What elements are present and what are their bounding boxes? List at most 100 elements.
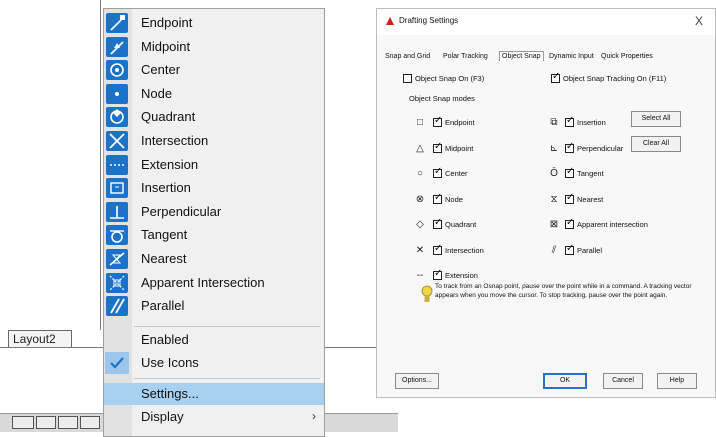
snap-mode-checkbox-insertion[interactable]: ✓ (565, 115, 575, 127)
menu-item-enabled[interactable]: Enabled (104, 329, 324, 351)
snap-mode-label: Midpoint (445, 143, 474, 153)
check-icon: ✓ (434, 268, 443, 279)
osnap-context-menu: Endpoint Midpoint Center Node Quadrant Inters… (103, 8, 325, 437)
object-snap-tracking-label: Object Snap Tracking On (F11) (563, 74, 667, 83)
menu-item-use-icons-label: Use Icons (141, 355, 199, 370)
snap-mode-checkbox-parallel[interactable]: ✓ (565, 243, 574, 255)
parallel-snap-icon (106, 296, 128, 317)
midpoint-snap-icon (106, 36, 128, 57)
menu-item-enabled-label: Enabled (141, 332, 189, 347)
menu-item-quadrant[interactable]: Quadrant (104, 106, 324, 128)
tab-dynamic-input[interactable]: Dynamic Input (549, 53, 594, 60)
menu-item-settings-label: Settings... (141, 386, 199, 401)
menu-item-node[interactable]: Node (104, 83, 324, 105)
nearest-snap-icon (106, 249, 128, 269)
menu-item-endpoint[interactable]: Endpoint (104, 12, 324, 34)
snap-mode-checkbox-extension[interactable]: ✓ (433, 268, 443, 280)
snap-marker-icon: ⧉ (550, 117, 558, 128)
snap-marker-icon: △ (416, 142, 424, 154)
help-button[interactable]: Help (657, 373, 697, 389)
menu-item-label: Insertion (141, 180, 191, 196)
snap-mode-checkbox-apparent-intersection[interactable]: ✓ (565, 217, 575, 229)
check-icon: ✓ (434, 115, 443, 126)
snap-mode-checkbox-intersection[interactable]: ✓ (433, 242, 443, 255)
snap-mode-checkbox-node[interactable]: ✓ (433, 191, 443, 204)
snap-marker-icon: ⫽ (551, 244, 557, 256)
snap-mode-checkbox-tangent[interactable]: ✓ (565, 166, 575, 178)
menu-item-center[interactable]: Center (104, 59, 324, 81)
menu-item-nearest[interactable]: Nearest (104, 248, 324, 270)
menu-item-midpoint[interactable]: Midpoint (104, 36, 324, 58)
dialog-titlebar: Drafting Settings X (377, 9, 715, 35)
snap-mode-checkbox-nearest[interactable]: ✓ (565, 192, 574, 204)
tangent-snap-icon (106, 225, 128, 246)
snap-mode-label: Apparent intersection (577, 220, 648, 229)
snap-mode-checkbox-center[interactable]: ✓ (433, 167, 442, 178)
snap-mode-label: Intersection (445, 245, 484, 255)
object-snap-tracking-checkbox[interactable]: ✓ (551, 71, 561, 83)
snap-mode-label: Tangent (577, 169, 604, 178)
menu-item-insertion[interactable]: Insertion (104, 177, 324, 199)
menu-item-label: Extension (141, 156, 199, 172)
submenu-arrow-icon: › (312, 409, 316, 423)
snap-marker-icon: ⧖ (550, 193, 558, 205)
menu-item-use-icons[interactable]: Use Icons (104, 352, 324, 374)
menu-item-intersection[interactable]: Intersection (104, 130, 324, 152)
menu-item-extension[interactable]: Extension (104, 154, 324, 176)
snap-mode-label: Nearest (577, 194, 604, 204)
snap-mode-label: Node (445, 194, 463, 204)
options-button[interactable]: Options... (395, 373, 439, 389)
snap-mode-label: Center (445, 169, 468, 178)
menu-item-display[interactable]: Display › (104, 406, 324, 428)
snap-marker-icon: Ō (550, 168, 558, 179)
tab-snap-and-grid[interactable]: Snap and Grid (385, 53, 430, 60)
menu-item-label: Endpoint (141, 15, 193, 30)
snap-marker-icon: ○ (416, 168, 424, 179)
snap-mode-checkbox-midpoint[interactable]: ✓ (433, 141, 442, 153)
clear-all-button[interactable]: Clear All (631, 136, 681, 152)
close-icon[interactable]: X (695, 14, 703, 28)
snap-marker-icon: ⊾ (549, 142, 559, 154)
menu-item-tangent[interactable]: Tangent (104, 224, 324, 246)
select-all-button[interactable]: Select All (631, 111, 681, 127)
grid-toggle-button[interactable] (12, 416, 34, 429)
drawing-border-line (100, 0, 101, 330)
snap-marker-icon: -- (416, 270, 424, 281)
check-icon: ✓ (566, 166, 575, 177)
snap-mode-checkbox-perpendicular[interactable]: ✓ (565, 141, 574, 153)
tab-object-snap[interactable]: Object Snap (499, 51, 544, 61)
check-icon: ✓ (434, 242, 443, 254)
quadrant-snap-icon (106, 107, 128, 128)
menu-separator (134, 378, 320, 379)
menu-item-label: Midpoint (141, 38, 191, 54)
menu-item-label: Tangent (141, 227, 188, 243)
menu-item-label: Quadrant (141, 109, 196, 125)
snap-marker-icon: ⊗ (415, 193, 425, 205)
check-icon: ✓ (434, 191, 443, 203)
menu-item-label: Perpendicular (141, 203, 222, 219)
menu-item-label: Apparent Intersection (141, 274, 265, 290)
menu-item-label: Nearest (141, 251, 187, 266)
snap-mode-checkbox-quadrant[interactable]: ✓ (433, 218, 442, 229)
snap-mode-label: Endpoint (445, 118, 475, 127)
menu-item-settings[interactable]: Settings... (104, 383, 324, 405)
cancel-button[interactable]: Cancel (603, 373, 643, 389)
check-icon: ✓ (566, 217, 575, 228)
menu-item-perpendicular[interactable]: Perpendicular (104, 201, 324, 223)
ortho-toggle-button[interactable] (58, 416, 78, 429)
snap-toggle-button[interactable] (36, 416, 56, 429)
check-icon: ✓ (552, 71, 561, 82)
menu-item-parallel[interactable]: Parallel (104, 295, 324, 317)
snap-marker-icon: ⊠ (549, 219, 559, 230)
tab-polar-tracking[interactable]: Polar Tracking (443, 53, 488, 60)
ok-button[interactable]: OK (543, 373, 587, 389)
menu-item-apparent-intersection[interactable]: Apparent Intersection (104, 272, 324, 294)
drafting-settings-dialog: Drafting Settings X Snap and Grid Polar … (376, 8, 716, 398)
tab-quick-properties[interactable]: Quick Properties (601, 53, 653, 60)
polar-toggle-button[interactable] (80, 416, 100, 429)
apparent-intersection-snap-icon (106, 272, 128, 293)
object-snap-on-checkbox[interactable] (403, 74, 412, 83)
snap-mode-checkbox-endpoint[interactable]: ✓ (433, 115, 443, 127)
check-icon: ✓ (566, 115, 575, 126)
tab-layout2[interactable]: Layout2 (8, 330, 72, 347)
